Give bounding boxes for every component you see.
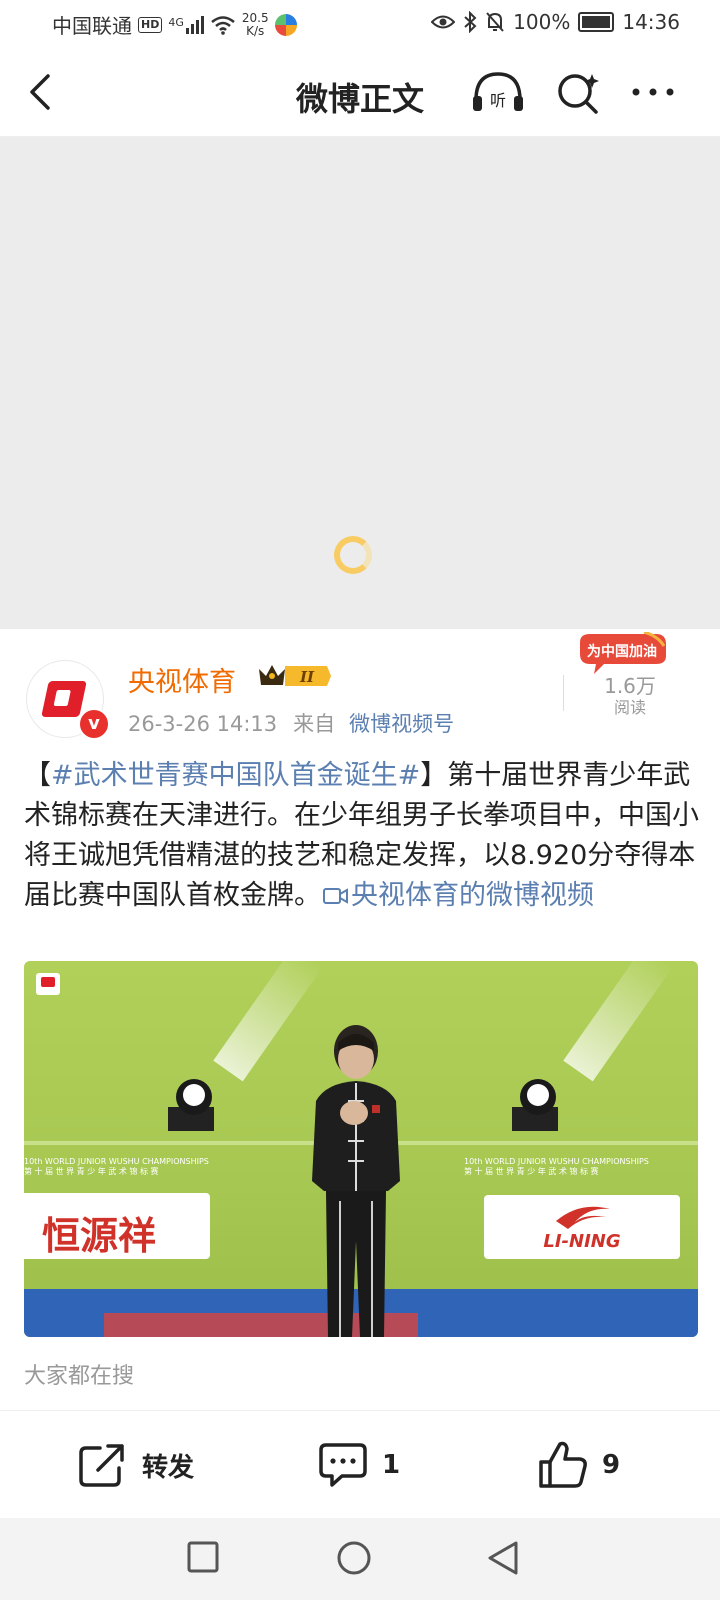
event-name-cn: 第 十 届 世 界 青 少 年 武 术 锦 标 赛 <box>24 1167 159 1176</box>
stage-light-left <box>168 1079 214 1131</box>
carrier-label: 中国联通 <box>52 14 132 38</box>
video-thumbnail[interactable]: 10th WORLD JUNIOR WUSHU CHAMPIONSHIPS 第 … <box>24 961 698 1337</box>
clock: 14:36 <box>622 10 680 34</box>
app-notification-icon <box>274 13 297 36</box>
status-bar: 中国联通 HD 4G 20.5 K/s 100% 14:36 <box>0 0 720 48</box>
level-text: II <box>299 668 315 686</box>
comment-icon <box>319 1443 367 1487</box>
sponsor-left-text: 恒源祥 <box>42 1213 157 1258</box>
video-link[interactable]: 央视体育的微博视频 <box>321 880 594 911</box>
mute-bell-icon <box>486 12 504 32</box>
bracket-open: 【 <box>24 760 51 791</box>
athlete-figure <box>312 1025 400 1337</box>
event-name-en: 10th WORLD JUNIOR WUSHU CHAMPIONSHIPS <box>24 1157 209 1166</box>
video-camera-icon <box>323 888 348 904</box>
battery-percent: 100% <box>513 10 571 34</box>
post-date: 26-3-26 14:13 <box>128 712 278 736</box>
like-count: 9 <box>602 1450 621 1480</box>
share-icon <box>79 1444 124 1487</box>
system-navigation-bar <box>0 1518 720 1600</box>
repost-button[interactable]: 转发 <box>78 1439 194 1491</box>
event-name-cn: 第 十 届 世 界 青 少 年 武 术 锦 标 赛 <box>464 1167 599 1176</box>
speed-value: 20.5 <box>241 10 269 25</box>
sponsor-banner-left: 恒源祥 <box>24 1193 210 1259</box>
bluetooth-icon <box>464 11 477 33</box>
sponsor-right-text: LI-NING <box>543 1231 621 1252</box>
listen-headphone-icon[interactable]: 听 <box>470 70 526 114</box>
event-banner-left: 10th WORLD JUNIOR WUSHU CHAMPIONSHIPS 第 … <box>24 1157 264 1185</box>
cctv-watermark-icon <box>36 973 60 995</box>
recent-apps-square-icon[interactable] <box>186 1540 220 1574</box>
comment-count: 1 <box>382 1450 401 1480</box>
signal-icon: 4G <box>168 15 204 34</box>
repost-label: 转发 <box>142 1452 195 1483</box>
divider <box>563 675 564 711</box>
video-link-text: 央视体育的微博视频 <box>351 880 594 911</box>
page-title: 微博正文 <box>295 80 424 118</box>
net-speed: 20.5 K/s <box>241 10 269 38</box>
topic-hashtag-link[interactable]: #武术世青赛中国队首金诞生# <box>51 760 420 791</box>
back-triangle-icon[interactable] <box>486 1540 520 1576</box>
author-name[interactable]: 央视体育 <box>128 660 236 699</box>
more-options-icon[interactable] <box>630 84 676 100</box>
stage-light-right <box>512 1079 558 1131</box>
thumbs-up-icon <box>539 1441 587 1488</box>
reads-label: 阅读 <box>613 698 646 717</box>
post-meta: 26-3-26 14:13 来自 微博视频号 <box>128 708 454 738</box>
loading-spinner-icon <box>334 536 372 574</box>
speed-unit: K/s <box>246 23 265 38</box>
hd-badge: HD <box>138 16 163 33</box>
wifi-icon <box>211 15 235 35</box>
cctv-logo-icon <box>41 681 87 717</box>
spotlight-beam <box>563 961 674 1082</box>
sponsor-banner-right: LI-NING <box>484 1195 680 1259</box>
post-text: 【#武术世青赛中国队首金诞生#】第十届世界青少年武术锦标赛在天津进行。在少年组男… <box>24 756 700 916</box>
cheer-badge-text: 为中国加油 <box>587 644 657 660</box>
bottom-action-bar: 转发 1 9 <box>0 1410 720 1519</box>
trending-search-label: 大家都在搜 <box>24 1364 135 1389</box>
event-name-en: 10th WORLD JUNIOR WUSHU CHAMPIONSHIPS <box>464 1157 649 1166</box>
title-bar: 微博正文 听 <box>0 48 720 137</box>
network-type: 4G <box>168 15 184 29</box>
event-banner-right: 10th WORLD JUNIOR WUSHU CHAMPIONSHIPS 第 … <box>464 1157 698 1185</box>
post-source[interactable]: 微博视频号 <box>349 712 454 736</box>
like-button[interactable]: 9 <box>538 1439 620 1491</box>
member-level-badge[interactable]: II <box>257 661 333 691</box>
eye-icon <box>431 15 456 29</box>
verified-badge: v <box>78 708 110 740</box>
home-circle-icon[interactable] <box>336 1540 372 1576</box>
search-sparkle-icon[interactable] <box>554 70 602 114</box>
comment-button[interactable]: 1 <box>318 1439 400 1491</box>
battery-icon <box>578 12 615 32</box>
svg-text:听: 听 <box>490 91 506 110</box>
from-label: 来自 <box>293 712 336 736</box>
